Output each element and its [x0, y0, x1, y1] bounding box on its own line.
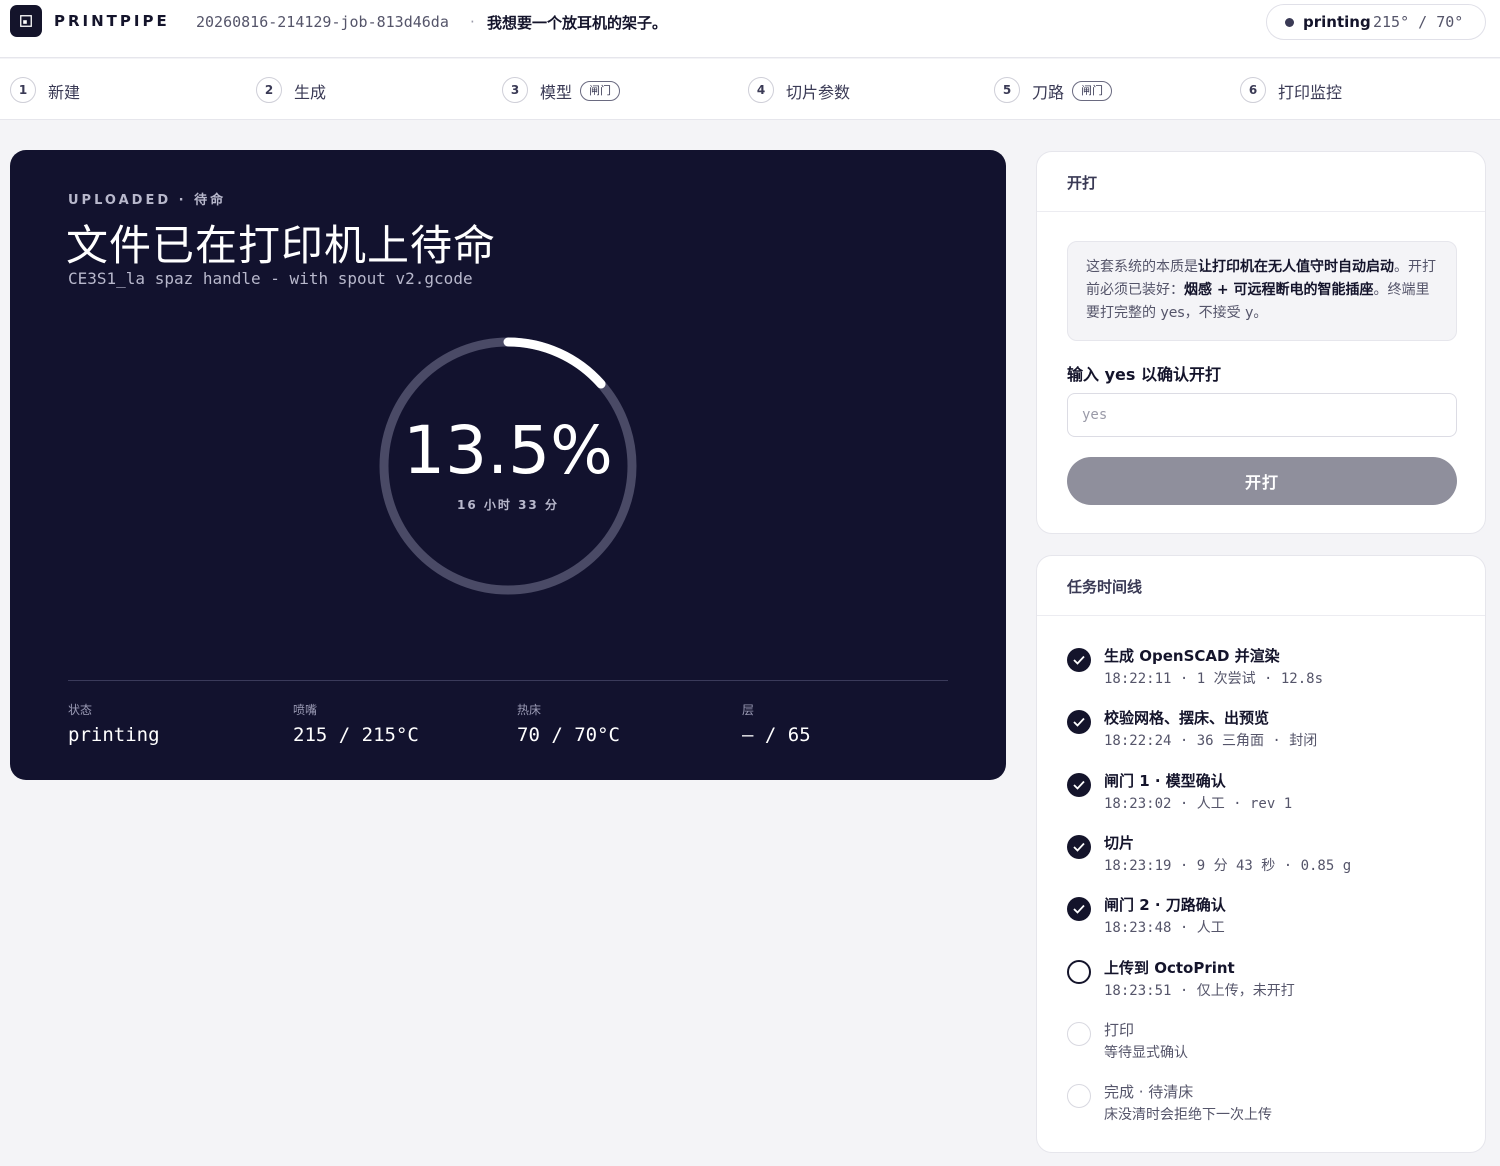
- step-number: 4: [748, 77, 774, 103]
- stat-label: 热床: [517, 703, 542, 717]
- check-circle-icon: [1067, 835, 1091, 859]
- active-step-icon: [1067, 960, 1091, 984]
- stat-value: printing: [68, 724, 160, 746]
- step-label: 切片参数: [786, 83, 851, 102]
- timeline-item-meta: 18:23:02 · 人工 · rev 1: [1104, 796, 1293, 812]
- stat-value: — / 65: [742, 724, 811, 746]
- check-circle-icon: [1067, 710, 1091, 734]
- printer-status-pill[interactable]: printing 215° / 70°: [1266, 4, 1486, 40]
- card-title: 开打: [1067, 174, 1098, 192]
- card-divider: [1037, 615, 1485, 616]
- gate-badge: 闸门: [580, 81, 620, 101]
- start-print-button[interactable]: 开打: [1067, 457, 1457, 505]
- safety-notice: 这套系统的本质是让打印机在无人值守时自动启动。开打前必须已装好：烟感 + 可远程…: [1067, 241, 1457, 341]
- step-number: 2: [256, 77, 282, 103]
- step-label: 新建: [48, 83, 81, 102]
- timeline-item: 上传到 OctoPrint 18:23:51 · 仅上传，未开打: [1067, 957, 1487, 1007]
- logo-icon: [20, 15, 32, 27]
- timeline-item-meta: 18:23:19 · 9 分 43 秒 · 0.85 g: [1104, 858, 1352, 874]
- stat-nozzle: 喷嘴 215 / 215°C: [293, 701, 419, 746]
- notice-text: 这套系统的本质是: [1086, 259, 1198, 275]
- timeline-item-meta: 18:22:11 · 1 次尝试 · 12.8s: [1104, 671, 1324, 687]
- stat-label: 喷嘴: [293, 703, 318, 717]
- timeline-item-title: 校验网格、摆床、出预览: [1104, 709, 1270, 727]
- timeline-item: 打印 等待显式确认: [1067, 1019, 1487, 1069]
- time-remaining: 16 小时 33 分: [457, 498, 559, 512]
- check-circle-icon: [1067, 648, 1091, 672]
- gate-badge: 闸门: [1072, 81, 1112, 101]
- stat-value: 215 / 215°C: [293, 724, 419, 746]
- notice-emphasis: 让打印机在无人值守时自动启动: [1198, 259, 1394, 275]
- timeline-item-meta: 等待显式确认: [1104, 1045, 1188, 1061]
- pipeline-steps: 1 新建 2 生成 3 模型 闸门 4 切片参数 5 刀路 闸门 6 打印监控: [0, 59, 1500, 120]
- step-number: 3: [502, 77, 528, 103]
- timeline-item-title: 打印: [1104, 1021, 1135, 1039]
- card-divider: [1037, 211, 1485, 212]
- stat-value: 70 / 70°C: [517, 724, 620, 746]
- check-circle-icon: [1067, 897, 1091, 921]
- brand-name: PRINTPIPE: [54, 12, 170, 30]
- header-separator: ·: [470, 13, 475, 31]
- timeline-item: 闸门 2 · 刀路确认 18:23:48 · 人工: [1067, 894, 1487, 944]
- timeline-item-meta: 18:23:48 · 人工: [1104, 920, 1225, 936]
- step-label: 模型: [540, 83, 573, 102]
- step-label: 生成: [294, 83, 327, 102]
- confirm-yes-input[interactable]: [1067, 393, 1457, 437]
- progress-percent: 13.5%: [403, 412, 613, 489]
- timeline-item-title: 上传到 OctoPrint: [1104, 959, 1235, 977]
- job-id: 20260816-214129-job-813d46da: [196, 13, 449, 31]
- app-header: PRINTPIPE 20260816-214129-job-813d46da ·…: [0, 0, 1500, 58]
- gcode-file-name: CE3S1_la spaz handle - with spout v2.gco…: [68, 269, 473, 288]
- confirm-label: 输入 yes 以确认开打: [1067, 365, 1221, 384]
- status-dot-icon: [1285, 18, 1294, 27]
- pending-step-icon: [1067, 1084, 1091, 1108]
- timeline-item: 切片 18:23:19 · 9 分 43 秒 · 0.85 g: [1067, 832, 1487, 882]
- panel-title: 文件已在打印机上待命: [66, 221, 497, 270]
- step-label: 刀路: [1032, 83, 1065, 102]
- stat-layer: 层 — / 65: [742, 701, 811, 746]
- timeline-item-meta: 18:22:24 · 36 三角面 · 封闭: [1104, 733, 1318, 749]
- pending-step-icon: [1067, 1022, 1091, 1046]
- timeline-item: 完成 · 待清床 床没清时会拒绝下一次上传: [1067, 1081, 1487, 1131]
- stat-state: 状态 printing: [68, 701, 160, 746]
- stat-label: 状态: [68, 703, 93, 717]
- printer-status-label: printing: [1303, 13, 1371, 31]
- print-status-panel: UPLOADED · 待命 文件已在打印机上待命 CE3S1_la spaz h…: [10, 150, 1006, 780]
- stat-label: 层: [742, 703, 755, 717]
- printer-temps: 215° / 70°: [1373, 13, 1464, 31]
- timeline-item-title: 切片: [1104, 834, 1135, 852]
- app-logo[interactable]: [10, 5, 42, 37]
- step-number: 5: [994, 77, 1020, 103]
- timeline-item-title: 完成 · 待清床: [1104, 1083, 1194, 1101]
- timeline-item-title: 闸门 2 · 刀路确认: [1104, 896, 1226, 914]
- timeline-item-meta: 床没清时会拒绝下一次上传: [1104, 1107, 1272, 1123]
- start-print-card: 开打 这套系统的本质是让打印机在无人值守时自动启动。开打前必须已装好：烟感 + …: [1036, 151, 1486, 534]
- timeline-item: 生成 OpenSCAD 并渲染 18:22:11 · 1 次尝试 · 12.8s: [1067, 645, 1487, 695]
- panel-divider: [68, 680, 948, 681]
- step-label: 打印监控: [1278, 83, 1343, 102]
- upload-state-eyebrow: UPLOADED · 待命: [68, 193, 227, 208]
- timeline-item: 闸门 1 · 模型确认 18:23:02 · 人工 · rev 1: [1067, 770, 1487, 820]
- notice-emphasis: 烟感 + 可远程断电的智能插座: [1184, 282, 1374, 298]
- timeline-item-title: 闸门 1 · 模型确认: [1104, 772, 1226, 790]
- step-number: 1: [10, 77, 36, 103]
- timeline-item-title: 生成 OpenSCAD 并渲染: [1104, 647, 1280, 665]
- card-title: 任务时间线: [1067, 578, 1143, 596]
- timeline-card: 任务时间线 生成 OpenSCAD 并渲染 18:22:11 · 1 次尝试 ·…: [1036, 555, 1486, 1153]
- stat-bed: 热床 70 / 70°C: [517, 701, 620, 746]
- timeline-item-meta: 18:23:51 · 仅上传，未开打: [1104, 983, 1295, 999]
- check-circle-icon: [1067, 773, 1091, 797]
- step-number: 6: [1240, 77, 1266, 103]
- timeline-item: 校验网格、摆床、出预览 18:22:24 · 36 三角面 · 封闭: [1067, 707, 1487, 757]
- job-description: 我想要一个放耳机的架子。: [487, 14, 668, 32]
